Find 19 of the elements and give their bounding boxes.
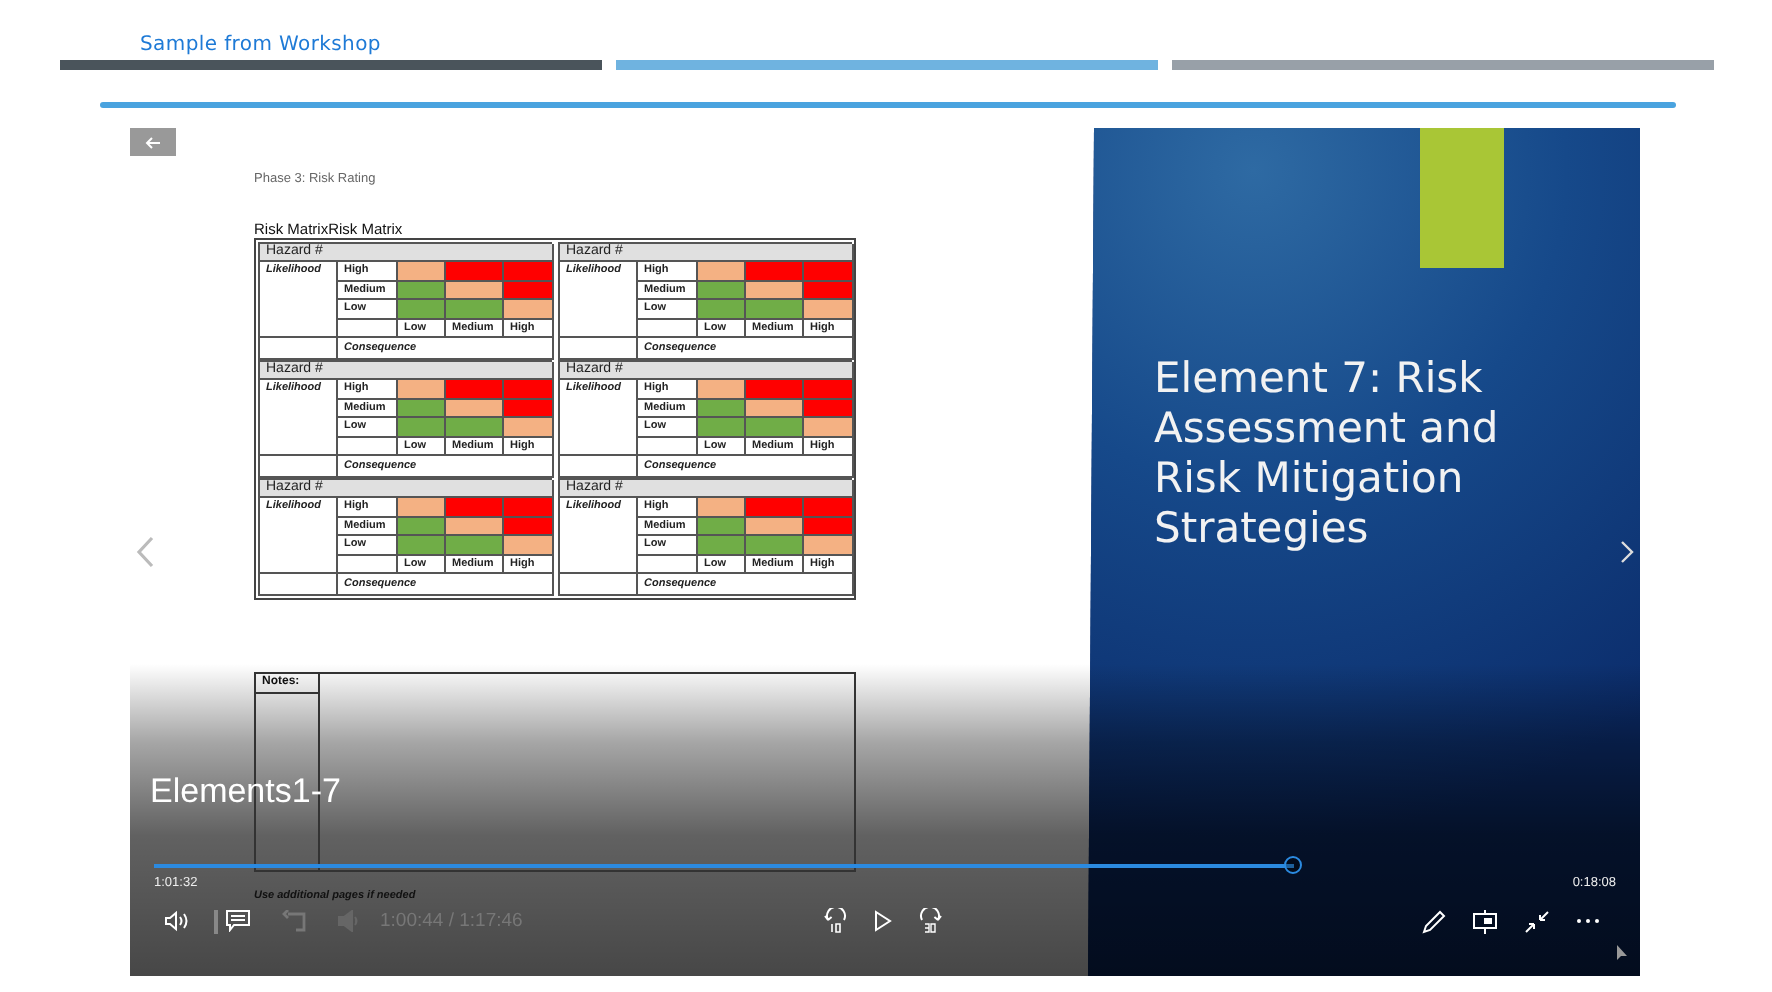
pen-icon[interactable]: [1422, 909, 1446, 933]
cursor-icon: [1616, 944, 1628, 962]
rewind-icon[interactable]: [823, 908, 847, 934]
collapse-icon[interactable]: [1524, 909, 1550, 933]
display-icon[interactable]: [1472, 909, 1498, 933]
subtitles-icon[interactable]: [226, 910, 250, 932]
accent-bar: [1420, 128, 1504, 268]
progress-handle[interactable]: [1284, 856, 1303, 874]
back-button[interactable]: [130, 128, 176, 156]
replay-icon: [282, 909, 306, 933]
play-icon[interactable]: [873, 910, 891, 932]
next-icon[interactable]: [1620, 540, 1634, 564]
speaker-icon: [338, 910, 360, 932]
back-arrow-icon: [144, 135, 162, 149]
volume-icon[interactable]: [164, 910, 190, 932]
more-icon[interactable]: [1576, 918, 1600, 924]
site-title: Sample from Workshop: [140, 32, 381, 58]
forward-icon[interactable]: [917, 908, 941, 934]
slide-title: Element 7: Risk Assessment and Risk Mitigation Strategies: [1154, 354, 1501, 554]
